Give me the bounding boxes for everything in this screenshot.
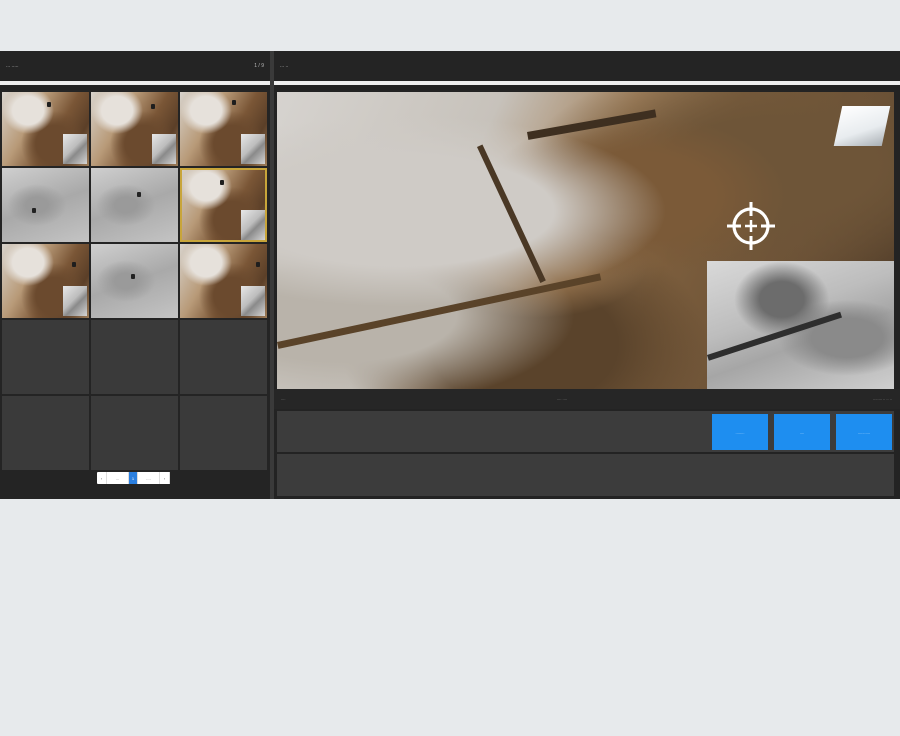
thumbnail[interactable] [180,244,267,318]
thumbnail-feature [32,208,36,213]
thumbnail-thermal-inset [152,134,176,164]
image-feature [527,109,657,140]
status-middle-text: .... .... [557,396,568,401]
pagination-current-page[interactable]: 1 [129,472,138,484]
pagination: ‹ ... 1 .... › [97,472,170,484]
pagination-prev-button[interactable]: ‹ [97,472,107,484]
thumbnail-feature [131,274,135,279]
thumbnail-thermal-inset [241,210,265,240]
image-feature [277,273,602,349]
thermal-overlay-image[interactable] [707,261,894,389]
thumbnail-panel: ... ..... 1 / 9 ‹ ... 1 .... › [0,51,270,499]
status-left-text: .... [281,396,286,401]
thumbnail-panel-title: ... ..... [6,63,19,69]
header-divider [0,81,270,85]
thumbnail-slot-empty [180,396,267,470]
thumbnail[interactable] [180,92,267,166]
header-divider [274,81,900,85]
panel-divider[interactable] [270,51,274,499]
thumbnail-panel-header: ... ..... 1 / 9 [0,51,270,81]
thumbnail-feature [256,262,260,267]
thumbnail-slot-empty [180,320,267,394]
thumbnail[interactable] [91,244,178,318]
action-toolbar: ........ .... ........... [277,411,894,452]
pagination-prev-label[interactable]: ... [107,472,129,484]
thumbnail-feature [47,102,51,107]
window-frame: ... ..... 1 / 9 ‹ ... 1 .... › ... .. ..… [0,0,900,736]
thumbnail-slot-empty [91,320,178,394]
thumbnail-feature [72,262,76,267]
main-image-viewer[interactable] [277,92,894,389]
thermal-feature [707,311,843,361]
thumbnail[interactable] [91,92,178,166]
thumbnail-slot-empty [2,320,89,394]
thumbnail-thermal-inset [241,286,265,316]
status-right-text: ........ .. .. .. [873,396,892,401]
thumbnail-feature [137,192,141,197]
thumbnail[interactable] [2,168,89,242]
thumbnail-slot-empty [2,396,89,470]
image-building [833,106,891,146]
action-button-3[interactable]: ........... [836,414,892,450]
viewer-title: ... .. [280,63,289,69]
thumbnail-thermal-inset [241,134,265,164]
app-window: ... ..... 1 / 9 ‹ ... 1 .... › ... .. ..… [0,51,900,499]
crosshair-icon[interactable] [725,200,777,252]
details-area[interactable] [277,454,894,496]
thumbnail[interactable] [2,244,89,318]
pagination-next-label[interactable]: .... [138,472,160,484]
thumbnail-slot-empty [91,396,178,470]
thumbnail-thermal-inset [63,286,87,316]
thumbnail-feature [220,180,224,185]
action-button-2[interactable]: .... [774,414,830,450]
thumbnail[interactable] [91,168,178,242]
pagination-next-button[interactable]: › [160,472,170,484]
viewer-header: ... .. [274,51,900,81]
thumbnail-feature [232,100,236,105]
thumbnail[interactable] [2,92,89,166]
action-button-1[interactable]: ........ [712,414,768,450]
image-feature [477,144,546,283]
thumbnail-thermal-inset [63,134,87,164]
thumbnail-count: 1 / 9 [254,63,264,69]
thumbnail-grid [2,92,268,470]
thumbnail-feature [151,104,155,109]
thumbnail[interactable] [180,168,267,242]
viewer-status-bar: .... .... .... ........ .. .. .. [274,389,900,409]
